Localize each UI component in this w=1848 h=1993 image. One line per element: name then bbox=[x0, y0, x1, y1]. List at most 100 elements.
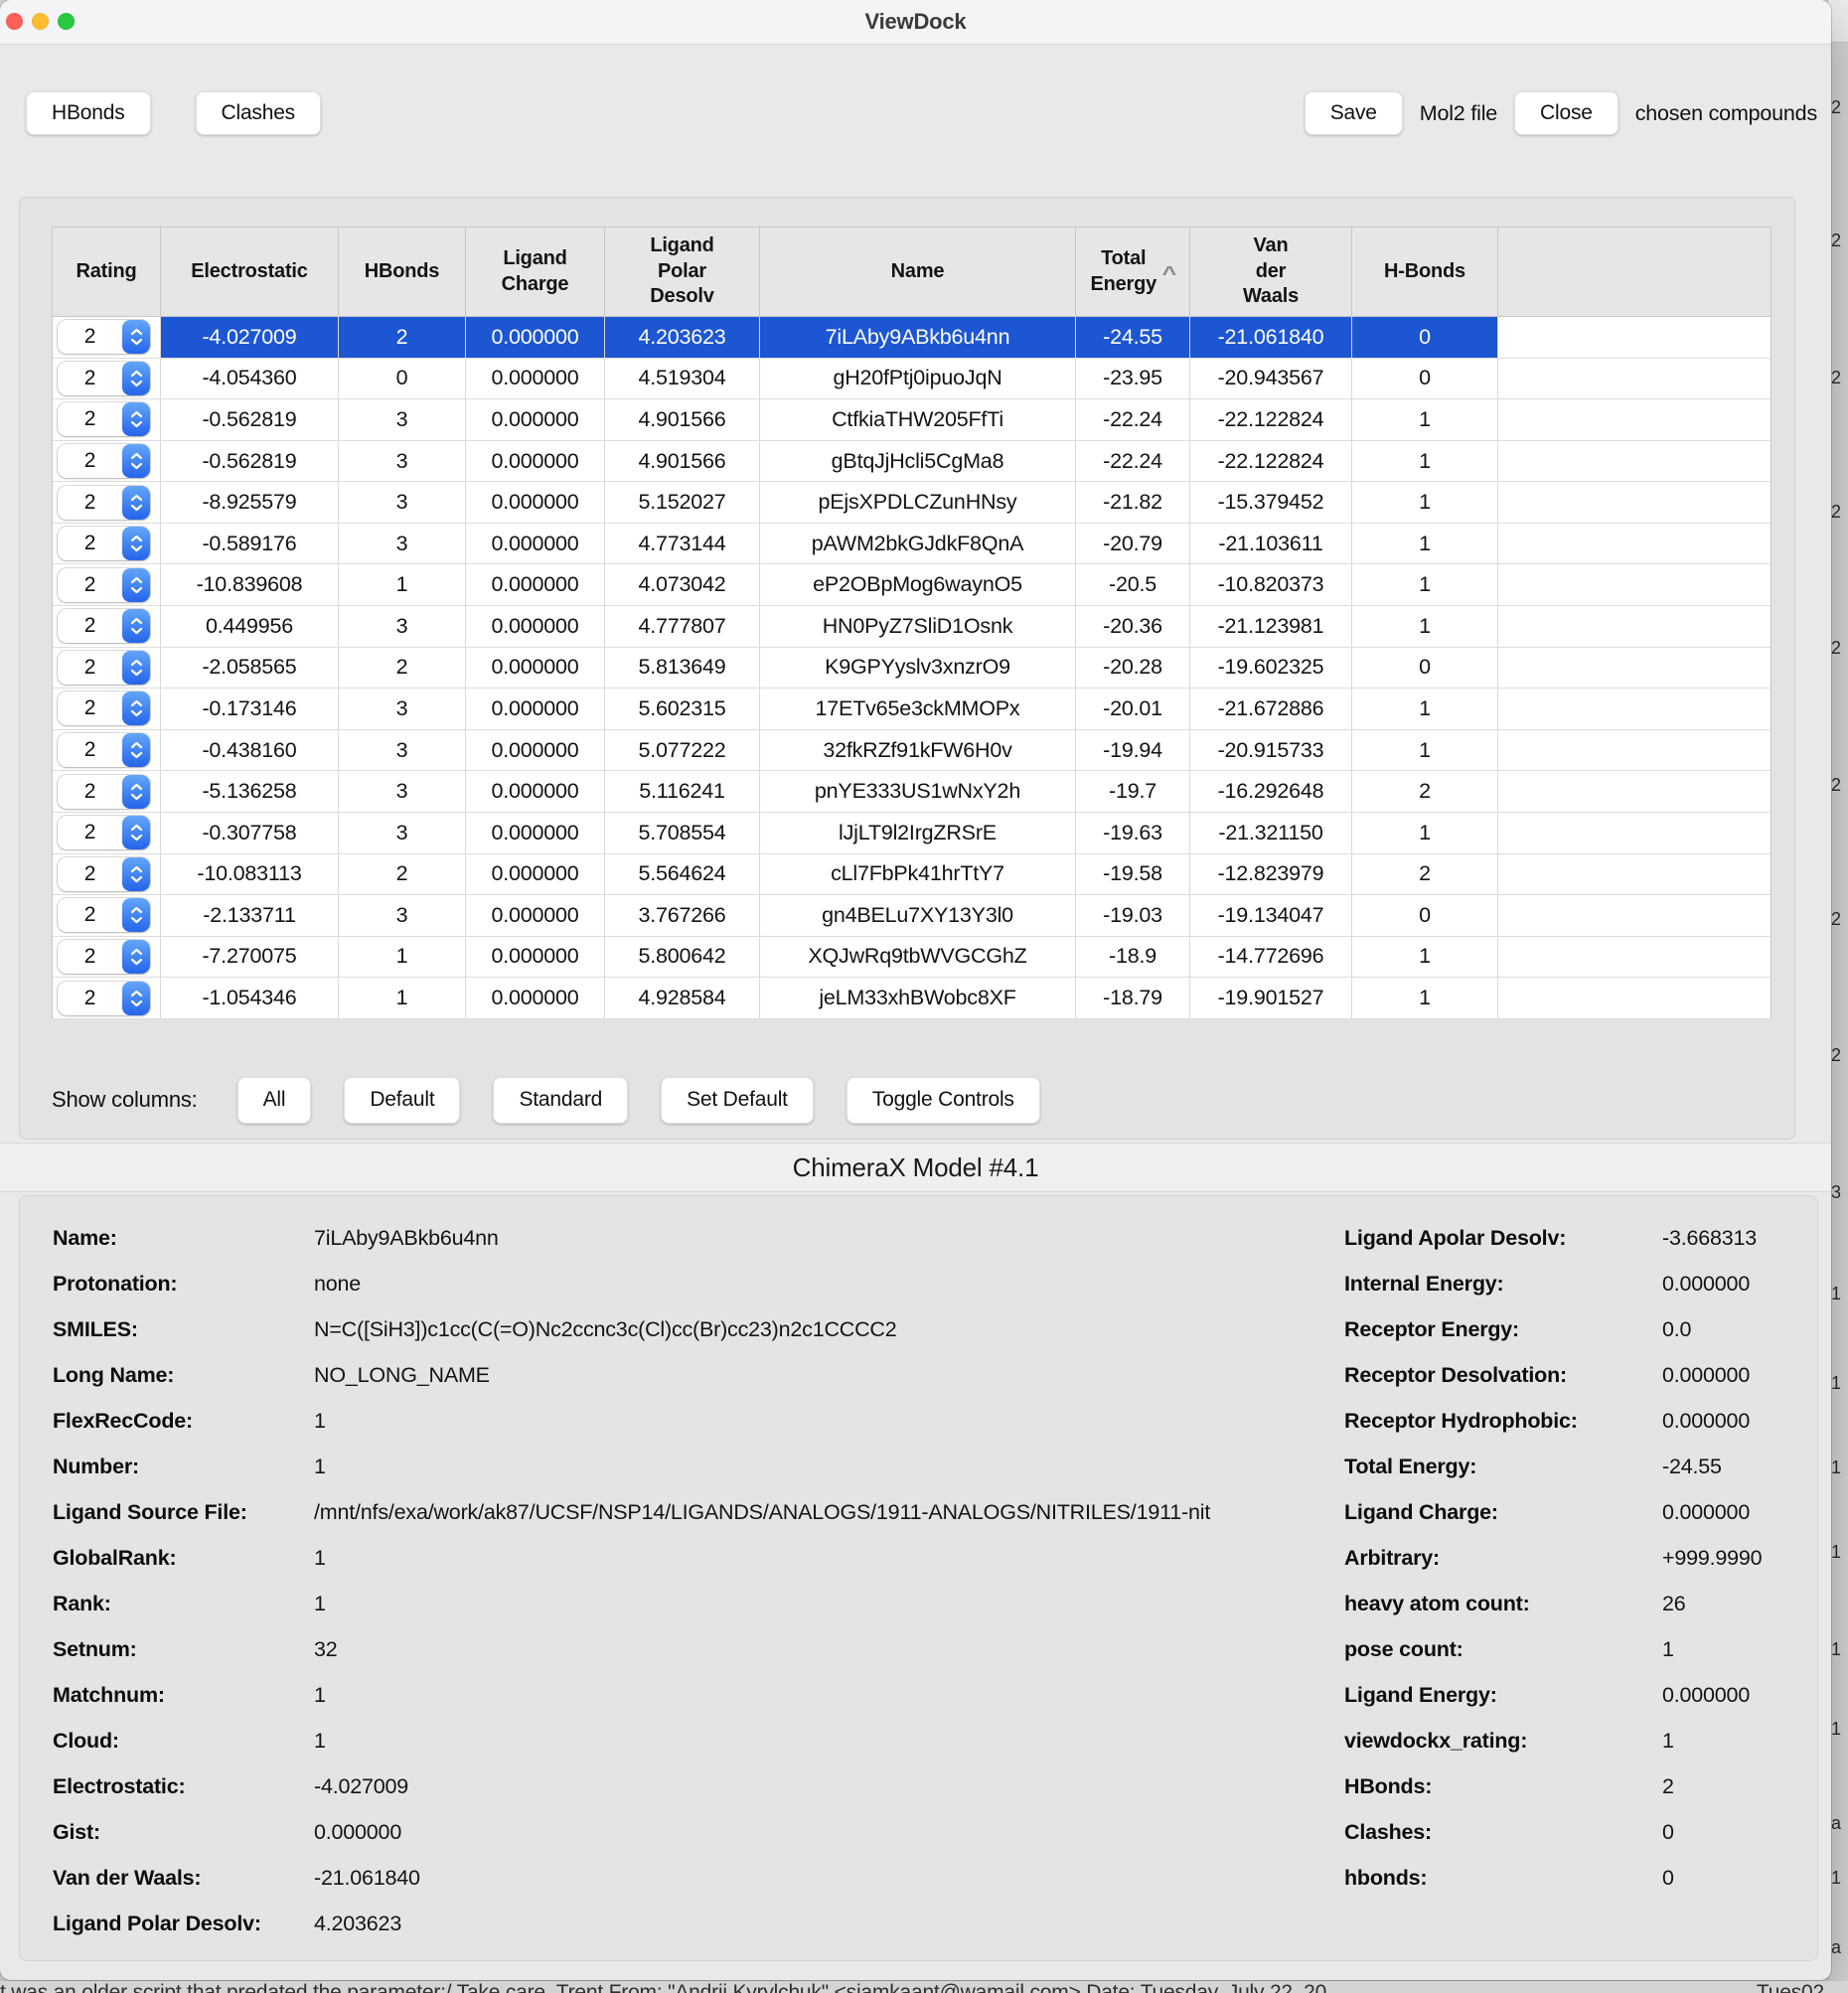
default-button[interactable]: Default bbox=[344, 1077, 460, 1124]
cell: -19.134047 bbox=[1190, 895, 1352, 936]
table-row[interactable]: 2-10.83960810.0000004.073042eP2OBpMog6wa… bbox=[53, 564, 1771, 606]
table-row[interactable]: 2-8.92557930.0000005.152027pEjsXPDLCZunH… bbox=[53, 482, 1771, 524]
column-header-electrostatic[interactable]: Electrostatic bbox=[161, 228, 339, 316]
rating-stepper-icon[interactable] bbox=[122, 402, 150, 436]
detail-value: N=C([SiH3])c1cc(C(=O)Nc2ccnc3c(Cl)cc(Br)… bbox=[314, 1317, 897, 1342]
column-header-rating[interactable]: Rating bbox=[53, 228, 161, 316]
rating-stepper-icon[interactable] bbox=[122, 982, 150, 1015]
rating-stepper-icon[interactable] bbox=[122, 320, 150, 354]
detail-value: 1 bbox=[314, 1729, 326, 1754]
detail-row: Arbitrary:+999.9990 bbox=[1344, 1535, 1811, 1581]
table-row[interactable]: 2-0.56281930.0000004.901566CtfkiaTHW205F… bbox=[53, 399, 1771, 441]
rating-control[interactable]: 2 bbox=[58, 857, 150, 891]
set-default-button[interactable]: Set Default bbox=[661, 1077, 814, 1124]
cell: -10.820373 bbox=[1190, 564, 1352, 605]
table-row[interactable]: 2-0.17314630.0000005.60231517ETv65e3ckMM… bbox=[53, 689, 1771, 730]
table-row[interactable]: 2-2.13371130.0000003.767266gn4BELu7XY13Y… bbox=[53, 895, 1771, 937]
cell: 0.000000 bbox=[466, 730, 605, 771]
column-header-name[interactable]: Name bbox=[760, 228, 1076, 316]
table-row[interactable]: 2-0.30775830.0000005.708554lJjLT9l2IrgZR… bbox=[53, 813, 1771, 854]
cell: 1 bbox=[339, 937, 466, 978]
detail-label: SMILES: bbox=[53, 1317, 314, 1342]
table-row[interactable]: 2-5.13625830.0000005.116241pnYE333US1wNx… bbox=[53, 771, 1771, 813]
cell: 1 bbox=[1352, 606, 1498, 647]
rating-control[interactable]: 2 bbox=[58, 982, 150, 1015]
rating-stepper-icon[interactable] bbox=[122, 857, 150, 891]
rating-stepper-icon[interactable] bbox=[122, 816, 150, 849]
column-header-total-energy[interactable]: Total Energy^ bbox=[1076, 228, 1190, 316]
detail-value: 1 bbox=[314, 1409, 326, 1434]
table-row[interactable]: 2-1.05434610.0000004.928584jeLM33xhBWobc… bbox=[53, 978, 1771, 1019]
rating-cell: 2 bbox=[53, 524, 161, 564]
rating-stepper-icon[interactable] bbox=[122, 609, 150, 643]
detail-value: NO_LONG_NAME bbox=[314, 1363, 490, 1388]
rating-stepper-icon[interactable] bbox=[122, 940, 150, 974]
rating-control[interactable]: 2 bbox=[58, 940, 150, 974]
rating-control[interactable]: 2 bbox=[58, 444, 150, 478]
table-row[interactable]: 2-0.43816030.0000005.07722232fkRZf91kFW6… bbox=[53, 730, 1771, 772]
cell: -15.379452 bbox=[1190, 482, 1352, 523]
table-row[interactable]: 2-7.27007510.0000005.800642XQJwRq9tbWVGC… bbox=[53, 937, 1771, 979]
rating-control[interactable]: 2 bbox=[58, 651, 150, 685]
rating-control[interactable]: 2 bbox=[58, 568, 150, 602]
rating-control[interactable]: 2 bbox=[58, 362, 150, 395]
column-header-ligand-charge[interactable]: Ligand Charge bbox=[466, 228, 605, 316]
table-row[interactable]: 20.44995630.0000004.777807HN0PyZ7SliD1Os… bbox=[53, 606, 1771, 648]
rating-control[interactable]: 2 bbox=[58, 816, 150, 849]
rating-stepper-icon[interactable] bbox=[122, 775, 150, 809]
column-header-ligand-polar-desolv[interactable]: Ligand Polar Desolv bbox=[605, 228, 760, 316]
toggle-controls-button[interactable]: Toggle Controls bbox=[847, 1077, 1040, 1124]
cell: 3 bbox=[339, 441, 466, 482]
rating-control[interactable]: 2 bbox=[58, 898, 150, 932]
rating-stepper-icon[interactable] bbox=[122, 691, 150, 725]
close-button[interactable]: Close bbox=[1514, 91, 1618, 135]
column-header-hbonds[interactable]: HBonds bbox=[339, 228, 466, 316]
cell: -4.027009 bbox=[161, 317, 339, 358]
column-header-van-der-waals[interactable]: Van der Waals bbox=[1190, 228, 1352, 316]
rating-stepper-icon[interactable] bbox=[122, 568, 150, 602]
rating-stepper-icon[interactable] bbox=[122, 651, 150, 685]
rating-control[interactable]: 2 bbox=[58, 486, 150, 520]
mol2-file-label: Mol2 file bbox=[1420, 101, 1497, 126]
table-row[interactable]: 2-4.05436000.0000004.519304gH20fPtj0ipuo… bbox=[53, 359, 1771, 400]
rating-control[interactable]: 2 bbox=[58, 402, 150, 436]
background-text-fragment: 2 bbox=[1831, 230, 1841, 251]
cell: -18.79 bbox=[1076, 978, 1190, 1018]
cell: 4.773144 bbox=[605, 524, 760, 564]
detail-row: Gist:0.000000 bbox=[53, 1809, 1339, 1855]
row-filler bbox=[1498, 482, 1771, 523]
row-filler bbox=[1498, 771, 1771, 812]
rating-stepper-icon[interactable] bbox=[122, 898, 150, 932]
cell: gBtqJjHcli5CgMa8 bbox=[760, 441, 1076, 482]
rating-stepper-icon[interactable] bbox=[122, 527, 150, 560]
rating-stepper-icon[interactable] bbox=[122, 733, 150, 767]
table-row[interactable]: 2-4.02700920.0000004.2036237iLAby9ABkb6u… bbox=[53, 317, 1771, 359]
rating-stepper-icon[interactable] bbox=[122, 486, 150, 520]
table-row[interactable]: 2-10.08311320.0000005.564624cLl7FbPk41hr… bbox=[53, 854, 1771, 896]
detail-row: Ligand Source File:/mnt/nfs/exa/work/ak8… bbox=[53, 1489, 1339, 1535]
detail-label: Receptor Desolvation: bbox=[1344, 1363, 1662, 1388]
save-button[interactable]: Save bbox=[1305, 91, 1403, 135]
clashes-button[interactable]: Clashes bbox=[196, 91, 321, 135]
cell: -21.672886 bbox=[1190, 689, 1352, 729]
standard-button[interactable]: Standard bbox=[493, 1077, 628, 1124]
rating-control[interactable]: 2 bbox=[58, 691, 150, 725]
rating-stepper-icon[interactable] bbox=[122, 444, 150, 478]
column-header-h-bonds[interactable]: H-Bonds bbox=[1352, 228, 1498, 316]
table-row[interactable]: 2-0.56281930.0000004.901566gBtqJjHcli5Cg… bbox=[53, 441, 1771, 483]
rating-control[interactable]: 2 bbox=[58, 733, 150, 767]
rating-control[interactable]: 2 bbox=[58, 527, 150, 560]
rating-stepper-icon[interactable] bbox=[122, 362, 150, 395]
all-button[interactable]: All bbox=[237, 1077, 312, 1124]
cell: 5.602315 bbox=[605, 689, 760, 729]
row-filler bbox=[1498, 648, 1771, 689]
rating-control[interactable]: 2 bbox=[58, 320, 150, 354]
cell: -19.901527 bbox=[1190, 978, 1352, 1018]
table-row[interactable]: 2-0.58917630.0000004.773144pAWM2bkGJdkF8… bbox=[53, 524, 1771, 565]
table-row[interactable]: 2-2.05856520.0000005.813649K9GPYyslv3xnz… bbox=[53, 648, 1771, 690]
hbonds-button[interactable]: HBonds bbox=[26, 91, 151, 135]
rating-value: 2 bbox=[58, 407, 122, 431]
detail-label: Receptor Energy: bbox=[1344, 1317, 1662, 1342]
rating-control[interactable]: 2 bbox=[58, 609, 150, 643]
rating-control[interactable]: 2 bbox=[58, 775, 150, 809]
